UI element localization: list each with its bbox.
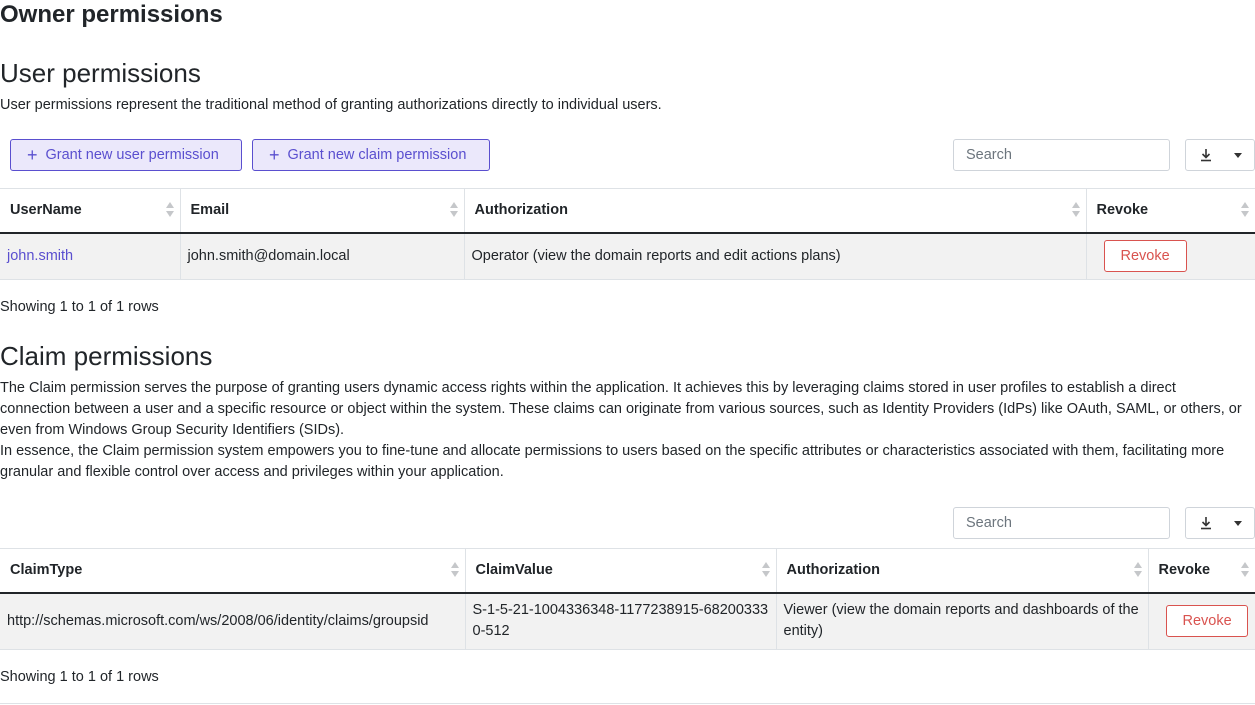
sort-icon (1071, 202, 1080, 218)
sort-icon (1241, 202, 1249, 218)
username-cell: john.smith (0, 232, 180, 280)
user-permissions-pagination-info: Showing 1 to 1 of 1 rows (0, 299, 159, 315)
user-permissions-table: UserName Email Authorization Revoke john… (0, 188, 1255, 280)
revoke-cell: Revoke (1085, 232, 1255, 280)
revoke-button[interactable]: Revoke (1165, 605, 1248, 638)
column-header-authorization[interactable]: Authorization (463, 188, 1086, 234)
sort-icon (761, 562, 770, 578)
grant-claim-permission-label: Grant new claim permission (287, 147, 467, 163)
sort-icon (450, 562, 459, 578)
owner-permissions-page: Owner permissions User permissions User … (0, 0, 1255, 705)
claim-permissions-description-2: In essence, the Claim permission system … (0, 443, 1225, 480)
column-header-revoke[interactable]: Revoke (1085, 188, 1255, 234)
column-header-email[interactable]: Email (179, 188, 464, 234)
user-permissions-description: User permissions represent the tradition… (0, 97, 662, 113)
claim-permissions-search-input[interactable] (953, 507, 1170, 539)
caret-down-icon (1234, 153, 1242, 158)
table-header-row: UserName Email Authorization Revoke (0, 188, 1255, 234)
table-row: http://schemas.microsoft.com/ws/2008/06/… (0, 592, 1255, 650)
sort-icon (449, 202, 458, 218)
table-row: john.smith john.smith@domain.local Opera… (0, 232, 1255, 280)
divider (0, 703, 1255, 704)
caret-down-icon (1234, 521, 1242, 526)
claim-permissions-pagination-info: Showing 1 to 1 of 1 rows (0, 669, 159, 685)
download-icon (1201, 149, 1211, 162)
username-link[interactable]: john.smith (7, 248, 73, 264)
sort-icon (1241, 562, 1249, 578)
user-permissions-export-button[interactable] (1185, 139, 1255, 171)
download-icon (1201, 517, 1211, 530)
user-permissions-heading: User permissions (0, 58, 201, 88)
page-title: Owner permissions (0, 1, 223, 28)
claim-permissions-description-1: The Claim permission serves the purpose … (0, 380, 1242, 438)
plus-icon: + (27, 145, 38, 165)
claimvalue-cell: S-1-5-21-1004336348-1177238915-682003330… (464, 592, 776, 650)
column-header-revoke[interactable]: Revoke (1147, 548, 1255, 594)
claimtype-cell: http://schemas.microsoft.com/ws/2008/06/… (0, 592, 465, 650)
sort-icon (1133, 562, 1142, 578)
revoke-button[interactable]: Revoke (1103, 240, 1187, 273)
email-cell: john.smith@domain.local (179, 232, 464, 280)
table-header-row: ClaimType ClaimValue Authorization Revok… (0, 548, 1255, 594)
revoke-cell: Revoke (1147, 592, 1255, 650)
column-header-username[interactable]: UserName (0, 188, 180, 234)
claim-permissions-heading: Claim permissions (0, 341, 213, 371)
column-header-claimvalue[interactable]: ClaimValue (464, 548, 776, 594)
grant-user-permission-button[interactable]: + Grant new user permission (10, 139, 242, 171)
plus-icon: + (269, 145, 280, 165)
grant-user-permission-label: Grant new user permission (45, 147, 219, 163)
column-header-authorization[interactable]: Authorization (775, 548, 1148, 594)
sort-icon (165, 202, 174, 218)
authorization-cell: Viewer (view the domain reports and dash… (775, 592, 1148, 650)
authorization-cell: Operator (view the domain reports and ed… (463, 232, 1086, 280)
user-permissions-search-input[interactable] (953, 139, 1170, 171)
claim-permissions-table: ClaimType ClaimValue Authorization Revok… (0, 548, 1255, 650)
column-header-claimtype[interactable]: ClaimType (0, 548, 465, 594)
claim-permissions-export-button[interactable] (1185, 507, 1255, 539)
grant-claim-permission-button[interactable]: + Grant new claim permission (252, 139, 490, 171)
